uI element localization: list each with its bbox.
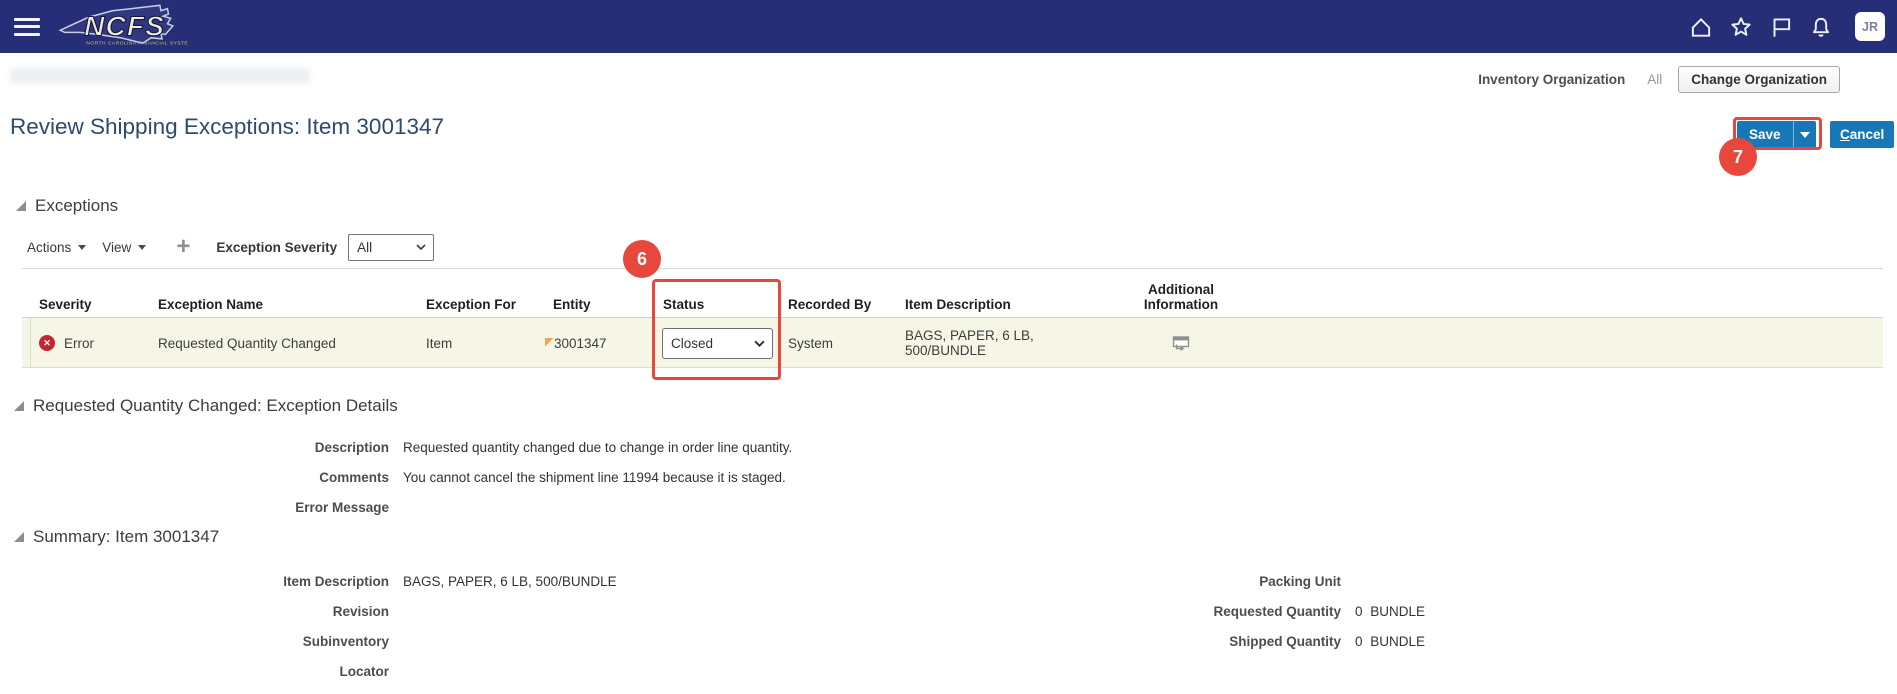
revision-field: Revision <box>0 596 1000 626</box>
collapse-triangle-icon[interactable] <box>16 201 26 211</box>
collapse-triangle-icon[interactable] <box>14 532 24 542</box>
save-dropdown-button[interactable] <box>1793 121 1816 148</box>
inventory-organization-value: All <box>1647 72 1662 87</box>
exceptions-table: Severity Exception Name Exception For En… <box>22 268 1883 368</box>
changed-flag-icon <box>545 338 554 347</box>
chevron-down-icon <box>1800 132 1810 138</box>
review-shipping-exceptions-page: NCFS NORTH CAROLINA FINANCIAL SYSTEM JR <box>0 0 1897 694</box>
exceptions-table-header: Severity Exception Name Exception For En… <box>22 268 1883 318</box>
caret-down-icon <box>78 245 86 250</box>
actions-menu[interactable]: Actions <box>27 240 86 255</box>
exceptions-section-header: Exceptions <box>16 196 118 216</box>
error-severity-icon <box>39 335 55 351</box>
error-message-label: Error Message <box>0 500 389 515</box>
exceptions-section-title: Exceptions <box>35 196 118 216</box>
save-split-button[interactable]: Save <box>1737 121 1816 148</box>
packing-unit-field: Packing Unit <box>950 566 1650 596</box>
add-row-icon[interactable]: + <box>176 237 190 257</box>
flag-watchlist-icon[interactable] <box>1761 7 1801 47</box>
change-organization-button[interactable]: Change Organization <box>1678 66 1840 93</box>
chevron-down-icon <box>416 244 426 250</box>
description-field: Description Requested quantity changed d… <box>0 432 1000 462</box>
page-title: Review Shipping Exceptions: Item 3001347 <box>10 114 444 140</box>
home-icon[interactable] <box>1681 7 1721 47</box>
summary-section-header: Summary: Item 3001347 <box>14 527 219 547</box>
exception-for-value: Item <box>418 336 545 351</box>
column-additional-information: Additional Information <box>1129 282 1233 319</box>
subinventory-field: Subinventory <box>0 626 1000 656</box>
item-description-value: BAGS, PAPER, 6 LB, 500/BUNDLE <box>897 328 1100 358</box>
item-description-field: Item Description BAGS, PAPER, 6 LB, 500/… <box>0 566 1000 596</box>
logo-text: NCFS <box>84 10 165 41</box>
comments-value: You cannot cancel the shipment line 1199… <box>403 470 786 485</box>
context-bar: Inventory Organization All Change Organi… <box>0 53 1897 97</box>
exception-severity-label: Exception Severity <box>216 240 337 255</box>
top-navigation-bar: NCFS NORTH CAROLINA FINANCIAL SYSTEM JR <box>0 0 1897 53</box>
column-status: Status <box>655 297 780 319</box>
save-button[interactable]: Save <box>1737 121 1793 148</box>
user-avatar[interactable]: JR <box>1855 12 1885 41</box>
locator-field: Locator <box>0 656 1000 686</box>
additional-information-icon[interactable] <box>1172 336 1191 351</box>
status-select[interactable]: Closed <box>662 328 773 359</box>
exception-name-value: Requested Quantity Changed <box>150 336 418 351</box>
comments-field: Comments You cannot cancel the shipment … <box>0 462 1000 492</box>
column-severity: Severity <box>31 297 150 319</box>
exception-details-fields: Description Requested quantity changed d… <box>0 432 1000 522</box>
column-item-description: Item Description <box>897 297 1100 319</box>
cancel-button[interactable]: Cancel <box>1830 121 1894 148</box>
logo-tagline: NORTH CAROLINA FINANCIAL SYSTEM <box>86 40 188 46</box>
description-label: Description <box>0 440 389 455</box>
notifications-bell-icon[interactable] <box>1801 7 1841 47</box>
column-exception-name: Exception Name <box>150 297 418 319</box>
exception-severity-select[interactable]: All <box>348 234 434 261</box>
shipped-quantity-field: Shipped Quantity 0 BUNDLE <box>950 626 1650 656</box>
favorites-star-icon[interactable] <box>1721 7 1761 47</box>
redacted-breadcrumb <box>10 68 310 83</box>
chevron-down-icon <box>754 340 765 347</box>
column-recorded-by: Recorded By <box>780 297 897 319</box>
exceptions-toolbar: Actions View + Exception Severity All <box>24 233 434 261</box>
summary-left-column: Item Description BAGS, PAPER, 6 LB, 500/… <box>0 566 1000 686</box>
entity-value: 3001347 <box>554 336 607 351</box>
caret-down-icon <box>138 245 146 250</box>
error-message-field: Error Message <box>0 492 1000 522</box>
exception-details-section-title: Requested Quantity Changed: Exception De… <box>33 396 398 416</box>
comments-label: Comments <box>0 470 389 485</box>
column-exception-for: Exception For <box>418 297 545 319</box>
ncfs-logo[interactable]: NCFS NORTH CAROLINA FINANCIAL SYSTEM <box>56 2 188 52</box>
column-entity: Entity <box>545 297 655 319</box>
collapse-triangle-icon[interactable] <box>14 401 24 411</box>
exception-details-section-header: Requested Quantity Changed: Exception De… <box>14 396 398 416</box>
summary-section-title: Summary: Item 3001347 <box>33 527 219 547</box>
summary-right-column: Packing Unit Requested Quantity 0 BUNDLE… <box>950 566 1650 656</box>
inventory-organization-label: Inventory Organization <box>1478 72 1625 87</box>
requested-quantity-field: Requested Quantity 0 BUNDLE <box>950 596 1650 626</box>
recorded-by-value: System <box>780 336 897 351</box>
severity-value: Error <box>64 336 94 351</box>
description-value: Requested quantity changed due to change… <box>403 440 792 455</box>
exception-table-row[interactable]: Error Requested Quantity Changed Item 30… <box>22 318 1883 368</box>
hamburger-menu-icon[interactable] <box>14 18 40 36</box>
view-menu[interactable]: View <box>102 240 146 255</box>
